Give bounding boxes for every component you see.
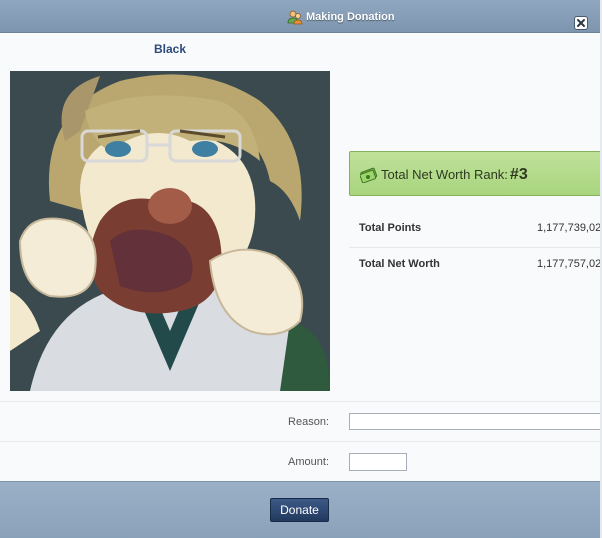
dialog-titlebar[interactable]: Making Donation: [0, 0, 600, 33]
money-icon: [360, 167, 378, 183]
divider: [0, 401, 600, 402]
avatar-image: [10, 71, 330, 391]
reason-label: Reason:: [288, 416, 329, 428]
donation-dialog: Making Donation Black Total Net Worth Ra…: [0, 0, 600, 538]
stat-row-total-points: Total Points 1,177,739,02: [349, 211, 600, 248]
avatar: [10, 71, 330, 391]
rank-label: Total Net Worth Rank: #3: [381, 166, 528, 184]
total-points-value: 1,177,739,02: [537, 222, 600, 234]
title-wrap: Making Donation: [287, 8, 395, 26]
total-net-worth-label: Total Net Worth: [359, 258, 440, 270]
rank-value: #3: [509, 166, 528, 183]
total-net-worth-value: 1,177,757,02: [537, 258, 600, 270]
amount-input[interactable]: [349, 453, 407, 471]
net-worth-rank-banner: Total Net Worth Rank: #3: [349, 151, 600, 196]
reason-input[interactable]: [349, 413, 600, 430]
users-icon: [287, 10, 303, 25]
recipient-username: Black: [153, 42, 187, 56]
donate-button[interactable]: Donate: [270, 498, 329, 522]
close-button[interactable]: [574, 16, 588, 30]
dialog-title: Making Donation: [306, 11, 395, 23]
total-points-label: Total Points: [359, 222, 422, 234]
rank-label-text: Total Net Worth Rank:: [381, 167, 508, 182]
stat-row-total-net-worth: Total Net Worth 1,177,757,02: [349, 247, 600, 283]
amount-label: Amount:: [288, 456, 329, 468]
dialog-footer: Donate: [0, 481, 600, 538]
divider: [0, 441, 600, 442]
close-icon: [577, 19, 585, 27]
